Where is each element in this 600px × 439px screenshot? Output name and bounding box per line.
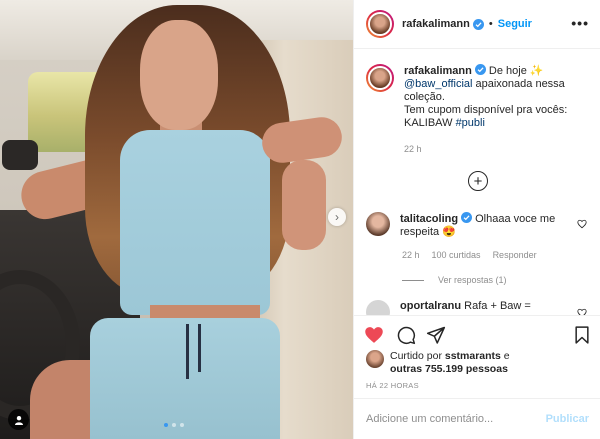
user-icon — [14, 415, 23, 425]
tagged-users-button[interactable] — [8, 409, 29, 430]
avatar[interactable] — [366, 300, 390, 315]
plus-icon: + — [473, 172, 483, 190]
person-top — [120, 130, 270, 315]
comment-likes[interactable]: 100 curtidas — [432, 250, 481, 260]
comment-text: talitacoling Olhaaa voce me respeita 😍 — [400, 212, 570, 239]
post-caption: rafakalimann De hoje ✨ @baw_official apa… — [366, 64, 594, 130]
post-dialog: › rafakalimann • Seguir ••• rafakalimann… — [0, 0, 600, 439]
likes-count[interactable]: outras 755.199 pessoas — [390, 363, 508, 375]
caption-text-part: Tem cupom disponível pra vocês: KALIBAW — [404, 104, 568, 129]
post-side-panel: rafakalimann • Seguir ••• rafakalimann D… — [353, 0, 600, 439]
caption-time[interactable]: 22 h — [404, 144, 422, 154]
car-mirror — [2, 140, 38, 170]
avatar[interactable] — [366, 350, 384, 368]
post-photo[interactable]: › — [0, 0, 353, 439]
person-shorts — [90, 318, 280, 439]
divider — [402, 279, 424, 281]
load-more-comments-button[interactable]: + — [468, 171, 488, 191]
comment-author[interactable]: oportalranu — [400, 300, 461, 312]
more-options-icon[interactable]: ••• — [571, 15, 589, 31]
carousel-dot — [164, 423, 168, 427]
comment: oportalranu Rafa + Baw = — [366, 300, 570, 315]
comment-time[interactable]: 22 h — [402, 250, 420, 260]
like-comment-icon[interactable] — [577, 219, 587, 229]
heart-filled-icon[interactable] — [364, 325, 384, 345]
shorts-drawstring — [186, 324, 189, 379]
comment-icon[interactable] — [396, 325, 416, 345]
verified-badge-icon — [472, 18, 484, 30]
liked-by-user[interactable]: sstmarants — [445, 350, 501, 362]
avatar[interactable] — [366, 64, 394, 92]
separator: • — [488, 18, 493, 30]
post-header: rafakalimann • Seguir ••• — [354, 0, 600, 49]
comments-list[interactable]: rafakalimann De hoje ✨ @baw_official apa… — [354, 50, 600, 315]
mention-link[interactable]: @baw_official — [404, 78, 472, 90]
verified-badge-icon — [461, 212, 473, 223]
caption-text-part: De hoje ✨ — [485, 65, 544, 77]
shorts-drawstring — [198, 324, 201, 372]
verified-badge-icon — [474, 64, 486, 75]
add-comment-form: Publicar — [354, 398, 600, 439]
caption-author[interactable]: rafakalimann — [404, 65, 472, 77]
reply-button[interactable]: Responder — [493, 250, 537, 260]
post-author[interactable]: rafakalimann — [402, 18, 470, 30]
carousel-dot — [172, 423, 176, 427]
comment-meta: 22 h 100 curtidas Responder — [402, 250, 537, 260]
likes-summary: Curtido por sstmarants e outras 755.199 … — [366, 350, 540, 376]
post-time[interactable]: HÁ 22 HORAS — [366, 381, 419, 390]
comment-author[interactable]: talitacoling — [400, 213, 458, 225]
person-face — [140, 20, 218, 130]
post-actions — [354, 315, 600, 353]
view-replies-label: Ver respostas (1) — [438, 275, 507, 285]
publish-button[interactable]: Publicar — [546, 413, 589, 425]
hashtag-link[interactable]: #publi — [456, 117, 485, 129]
comment-body: Rafa + Baw = — [461, 300, 531, 312]
comment: talitacoling Olhaaa voce me respeita 😍 — [366, 212, 570, 239]
share-icon[interactable] — [426, 325, 446, 345]
caption-text: rafakalimann De hoje ✨ @baw_official apa… — [404, 64, 594, 130]
like-comment-icon[interactable] — [577, 308, 587, 315]
avatar[interactable] — [366, 10, 394, 38]
likes-prefix: Curtido por — [390, 350, 445, 362]
bookmark-icon[interactable] — [572, 325, 592, 345]
likes-middle: e — [500, 350, 510, 362]
follow-button[interactable]: Seguir — [498, 18, 532, 30]
next-image-button[interactable]: › — [328, 208, 346, 226]
comment-input[interactable] — [366, 413, 536, 425]
carousel-dot — [180, 423, 184, 427]
chevron-right-icon: › — [335, 210, 339, 224]
person-hand-right — [282, 160, 326, 250]
avatar[interactable] — [366, 212, 390, 236]
view-replies-button[interactable]: Ver respostas (1) — [402, 275, 507, 285]
likes-text: Curtido por sstmarants e outras 755.199 … — [390, 350, 540, 376]
comment-text: oportalranu Rafa + Baw = — [400, 300, 570, 315]
carousel-indicator — [164, 423, 184, 427]
